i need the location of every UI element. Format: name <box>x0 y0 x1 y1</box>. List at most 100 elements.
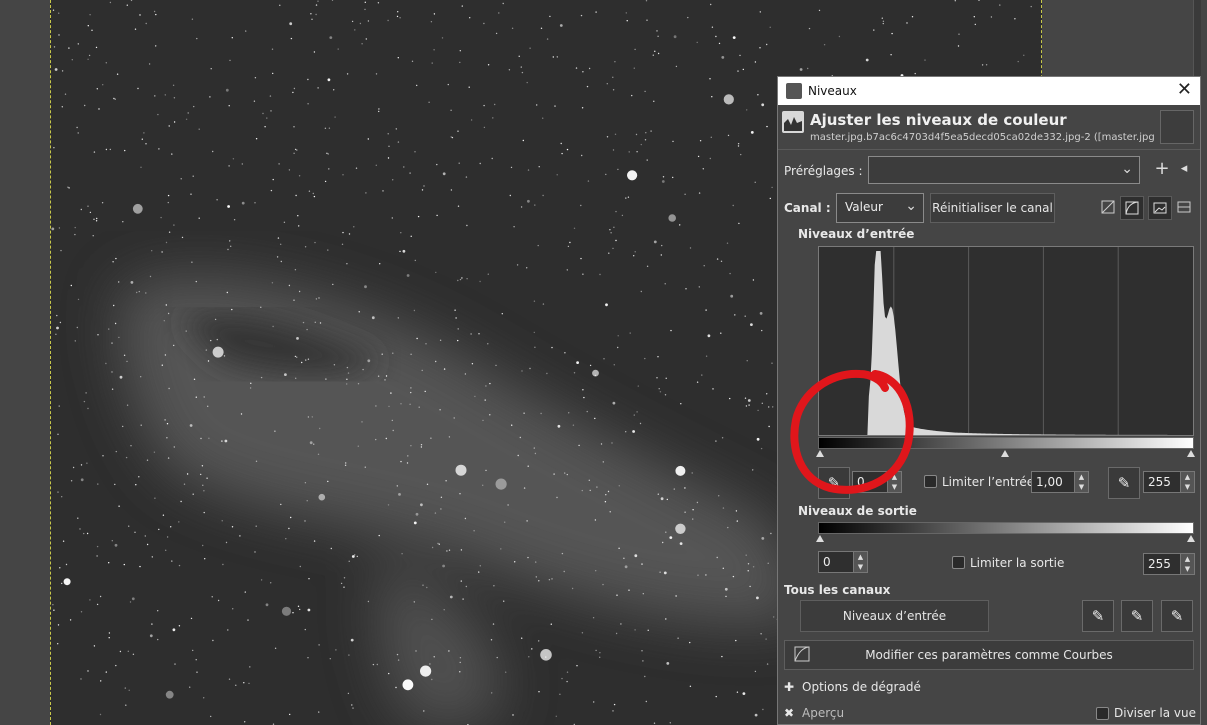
gamma-spinbox[interactable]: 1,00 ▲ ▼ <box>1031 471 1089 493</box>
star <box>145 292 147 294</box>
star <box>311 416 313 418</box>
star <box>614 133 617 135</box>
channel-combobox[interactable]: Valeur ⌄ <box>836 193 924 223</box>
star <box>216 338 218 341</box>
input-high-handle[interactable] <box>1187 450 1195 457</box>
edit-as-curves-button[interactable]: Modifier ces paramètres comme Courbes <box>784 640 1194 670</box>
star <box>656 377 658 379</box>
star <box>551 346 553 349</box>
star <box>581 154 583 157</box>
star <box>654 50 656 52</box>
star <box>715 35 717 38</box>
star <box>332 283 334 286</box>
picker-icon: ✎ <box>1117 474 1131 492</box>
preset-menu-icon[interactable]: ◂ <box>1172 158 1196 182</box>
dialog-titlebar[interactable]: Niveaux ✕ <box>778 77 1200 105</box>
star <box>581 107 584 109</box>
star <box>709 78 711 80</box>
star <box>465 176 468 178</box>
auto-input-levels-button[interactable]: Niveaux d’entrée automatiques <box>800 600 989 653</box>
spin-arrows-icon[interactable]: ▲ ▼ <box>1180 472 1194 492</box>
star <box>705 574 707 576</box>
star <box>264 126 266 128</box>
star <box>576 361 579 364</box>
star <box>207 360 210 362</box>
star <box>285 538 287 540</box>
log-histogram-icon[interactable] <box>1120 196 1144 220</box>
gamma-handle[interactable] <box>1001 450 1009 457</box>
star <box>625 197 627 199</box>
pick-gray-point-button[interactable]: ✎ <box>1121 600 1153 632</box>
spin-arrows-icon[interactable]: ▲ ▼ <box>1180 554 1194 574</box>
input-low-handle[interactable] <box>816 450 824 457</box>
output-low-spinbox[interactable]: 0 ▲ ▼ <box>818 551 868 573</box>
star <box>659 391 662 393</box>
reset-channel-button[interactable]: Réinitialiser le canal <box>930 193 1055 223</box>
pick-black-point-button[interactable]: ✎ <box>1082 600 1114 632</box>
star <box>973 16 975 18</box>
picture-horizon-icon[interactable] <box>1172 196 1196 220</box>
close-icon[interactable]: ✕ <box>1177 80 1192 100</box>
star <box>400 232 402 234</box>
levels-icon <box>782 111 804 133</box>
linear-histogram-icon[interactable] <box>1096 196 1120 220</box>
star <box>595 11 597 13</box>
star <box>511 424 513 426</box>
star <box>172 84 175 87</box>
split-view-checkbox[interactable] <box>1096 707 1109 720</box>
star <box>602 583 604 586</box>
preview-checkbox-icon[interactable]: ✖ <box>784 706 794 720</box>
show-picture-icon[interactable] <box>1148 196 1172 220</box>
white-point-picker[interactable]: ✎ <box>1108 467 1140 499</box>
clamp-input-checkbox[interactable] <box>924 475 937 488</box>
star <box>416 84 418 87</box>
plus-box-icon[interactable]: ✚ <box>784 680 794 694</box>
star <box>279 4 281 7</box>
star <box>612 89 615 91</box>
star <box>722 507 725 509</box>
star <box>99 713 102 716</box>
star <box>721 437 724 439</box>
star <box>459 61 461 64</box>
star <box>403 166 405 168</box>
spin-arrows-icon[interactable]: ▲ ▼ <box>1074 472 1088 492</box>
star <box>347 692 350 695</box>
star <box>92 235 94 237</box>
star <box>317 87 319 89</box>
presets-combobox[interactable]: ⌄ <box>868 156 1140 184</box>
input-histogram[interactable] <box>818 246 1194 436</box>
star <box>768 406 770 408</box>
star <box>617 168 619 171</box>
input-high-spinbox[interactable]: 255 ▲ ▼ <box>1143 471 1195 493</box>
star <box>696 381 699 383</box>
output-high-spinbox[interactable]: 255 ▲ ▼ <box>1143 553 1195 575</box>
input-low-spinbox[interactable]: 0 ▲ ▼ <box>852 471 902 493</box>
star <box>57 643 59 645</box>
star <box>563 570 565 573</box>
star <box>631 94 633 97</box>
star <box>433 656 435 658</box>
star <box>293 299 295 301</box>
star <box>527 199 530 203</box>
output-high-handle[interactable] <box>1187 535 1195 542</box>
clamp-output-checkbox[interactable] <box>952 556 965 569</box>
add-preset-icon[interactable]: + <box>1150 158 1174 182</box>
star <box>644 675 646 678</box>
blending-options-expander[interactable]: Options de dégradé <box>802 680 921 694</box>
star <box>387 133 389 135</box>
pick-white-point-button[interactable]: ✎ <box>1161 600 1193 632</box>
star <box>141 138 143 140</box>
output-low-handle[interactable] <box>816 535 824 542</box>
star <box>438 543 440 545</box>
star <box>538 166 540 168</box>
black-point-picker[interactable]: ✎ <box>818 467 850 499</box>
star <box>652 54 654 56</box>
star <box>77 517 79 519</box>
star <box>119 375 123 379</box>
spin-arrows-icon[interactable]: ▲ ▼ <box>887 472 901 492</box>
star <box>122 425 124 428</box>
star <box>423 710 425 712</box>
star <box>304 628 306 631</box>
spin-arrows-icon[interactable]: ▲ ▼ <box>853 552 867 572</box>
star <box>183 483 186 485</box>
